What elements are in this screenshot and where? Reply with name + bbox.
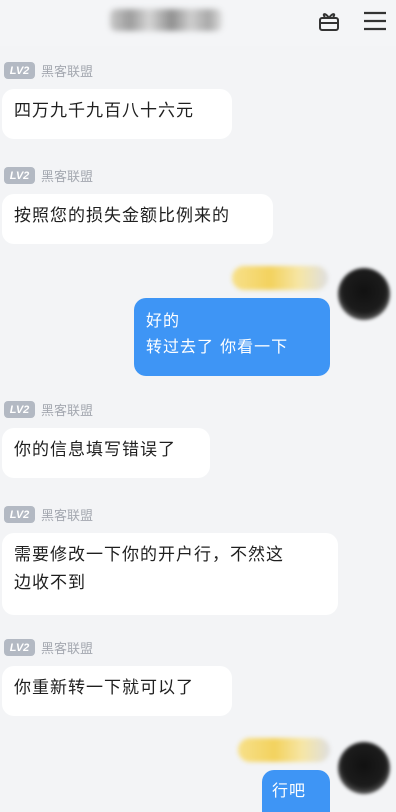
- level-badge: LV2: [4, 639, 35, 656]
- level-badge: LV2: [4, 401, 35, 418]
- obscured-own-name: [238, 738, 330, 762]
- incoming-message-bubble[interactable]: 四万九千九百八十六元: [2, 89, 232, 139]
- incoming-message-bubble[interactable]: 需要修改一下你的开户行，不然这 边收不到: [2, 533, 338, 615]
- message-text: 四万九千九百八十六元: [14, 101, 194, 121]
- message-text-line: 转过去了 你看一下: [146, 337, 289, 356]
- message-sender: LV2 黑客联盟: [4, 400, 93, 419]
- sender-name: 黑客联盟: [41, 170, 94, 185]
- message-text: 按照您的损失金额比例来的: [14, 206, 230, 226]
- message-sender: LV2 黑客联盟: [4, 505, 93, 524]
- incoming-message-bubble[interactable]: 按照您的损失金额比例来的: [2, 194, 273, 244]
- sender-name: 黑客联盟: [41, 642, 94, 657]
- message-sender: LV2 黑客联盟: [4, 166, 93, 185]
- level-badge: LV2: [4, 506, 35, 523]
- message-text-line: 好的: [146, 311, 181, 330]
- message-text: 你的信息填写错误了: [14, 440, 176, 460]
- sender-name: 黑客联盟: [41, 404, 94, 419]
- outgoing-message-bubble[interactable]: 好的 转过去了 你看一下: [134, 298, 330, 376]
- gift-box-icon[interactable]: [316, 8, 342, 34]
- sender-name: 黑客联盟: [41, 509, 94, 524]
- message-text: 你重新转一下就可以了: [14, 678, 194, 698]
- message-sender: LV2 黑客联盟: [4, 61, 93, 80]
- own-avatar[interactable]: [338, 742, 390, 794]
- obscured-chat-title: [110, 9, 222, 31]
- outgoing-message-bubble[interactable]: 行吧: [262, 770, 330, 812]
- level-badge: LV2: [4, 62, 35, 79]
- top-bar: [0, 0, 396, 46]
- menu-icon[interactable]: [362, 8, 388, 34]
- message-text: 行吧: [272, 781, 307, 800]
- incoming-message-bubble[interactable]: 你重新转一下就可以了: [2, 666, 232, 716]
- message-text-line: 需要修改一下你的开户行，不然这: [14, 545, 284, 565]
- level-badge: LV2: [4, 167, 35, 184]
- incoming-message-bubble[interactable]: 你的信息填写错误了: [2, 428, 210, 478]
- own-avatar[interactable]: [338, 268, 390, 320]
- message-text-line: 边收不到: [14, 573, 86, 593]
- message-sender: LV2 黑客联盟: [4, 638, 93, 657]
- obscured-own-name: [232, 266, 328, 290]
- sender-name: 黑客联盟: [41, 65, 94, 80]
